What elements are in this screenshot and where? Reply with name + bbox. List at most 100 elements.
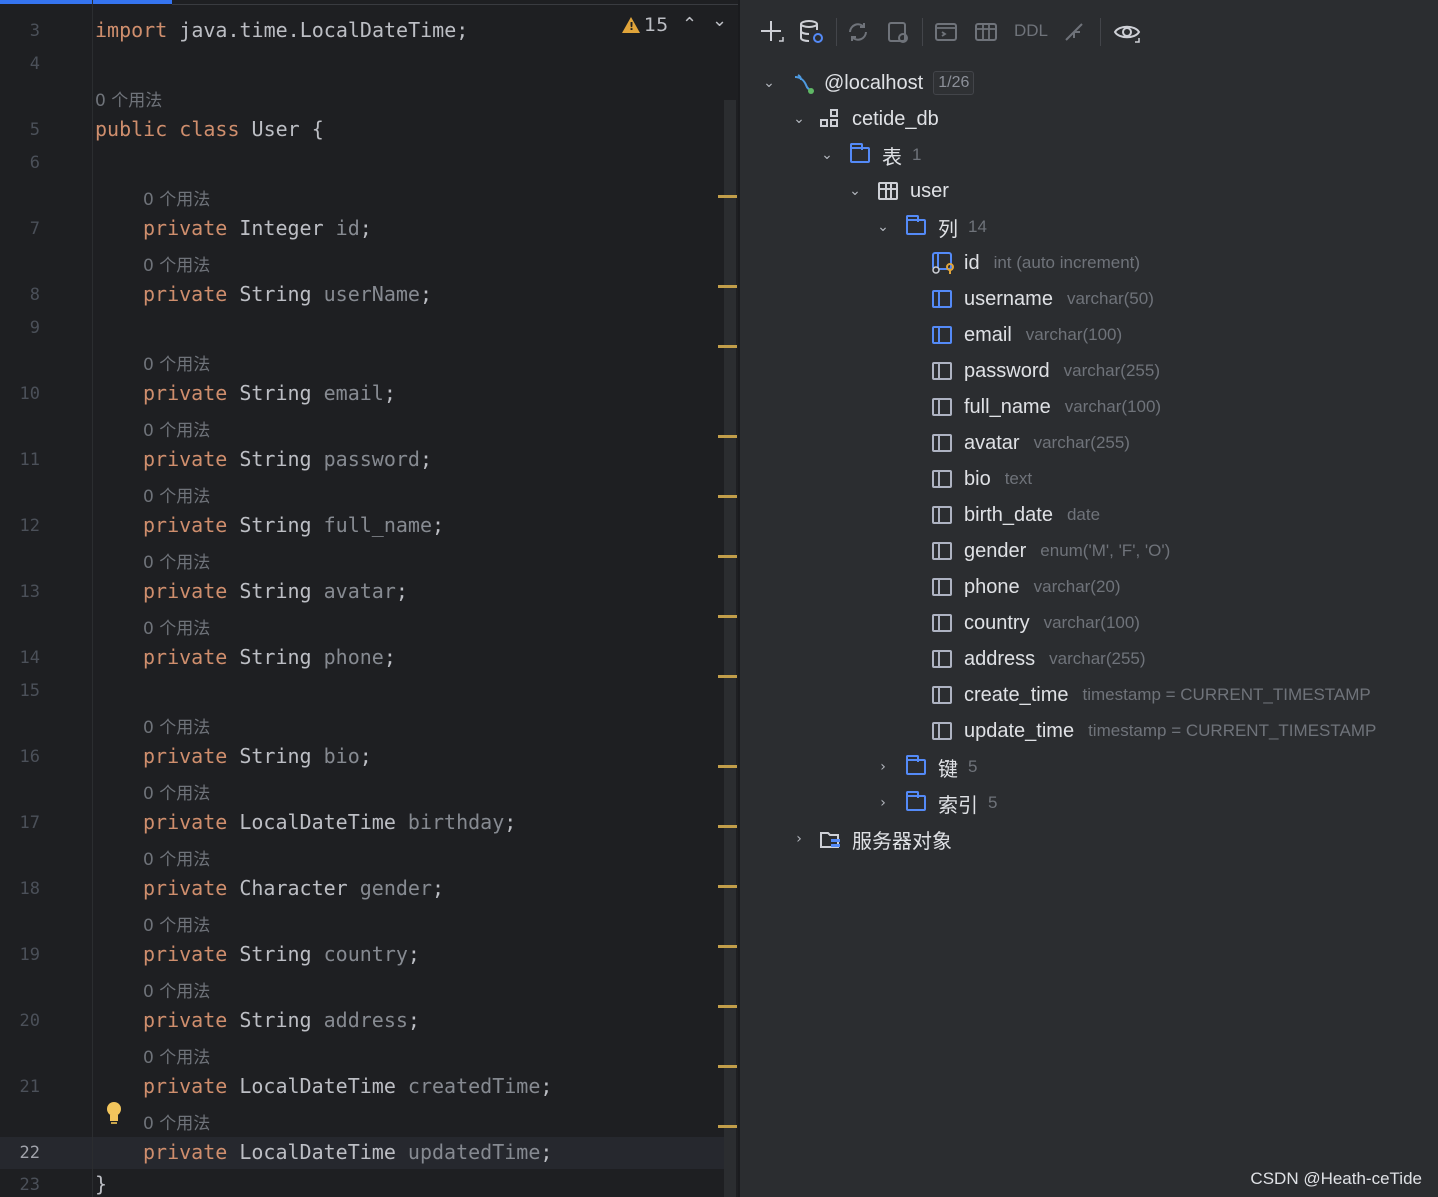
usage-hint[interactable]: 0 个用法 bbox=[143, 350, 210, 375]
chevron-down-icon[interactable]: ⌄ bbox=[792, 111, 806, 127]
warning-stripe-mark[interactable] bbox=[718, 1065, 737, 1068]
usage-hint[interactable]: 0 个用法 bbox=[143, 251, 210, 276]
line-number[interactable]: 20 bbox=[0, 1011, 40, 1031]
line-number[interactable]: 13 bbox=[0, 582, 40, 602]
chevron-down-icon[interactable]: ⌄ bbox=[820, 147, 834, 163]
line-number[interactable]: 16 bbox=[0, 747, 40, 767]
table-view-icon[interactable] bbox=[972, 18, 1000, 46]
jump-to-query-console-icon[interactable] bbox=[884, 18, 912, 46]
column-row[interactable]: gender enum('M', 'F', 'O') bbox=[932, 536, 1170, 566]
inspection-widget[interactable]: ! 15 bbox=[622, 14, 668, 36]
usage-hint[interactable]: 0 个用法 bbox=[143, 977, 210, 1002]
column-row[interactable]: bio text bbox=[932, 464, 1032, 494]
code-line[interactable]: private Character gender; bbox=[143, 876, 444, 900]
code-line[interactable]: import java.time.LocalDateTime; bbox=[95, 18, 468, 42]
line-number[interactable]: 8 bbox=[0, 285, 40, 305]
warning-stripe-mark[interactable] bbox=[718, 555, 737, 558]
code-editor[interactable]: 3 import java.time.LocalDateTime; 4 5 0 个用法 p… bbox=[0, 0, 738, 1197]
chevron-down-icon[interactable]: ⌄ bbox=[876, 219, 890, 235]
column-row[interactable]: phone varchar(20) bbox=[932, 572, 1121, 602]
line-number[interactable]: 23 bbox=[0, 1175, 40, 1195]
refresh-icon[interactable] bbox=[844, 18, 872, 46]
column-row[interactable]: update_time timestamp = CURRENT_TIMESTAMP bbox=[932, 716, 1376, 746]
previous-problem-icon[interactable]: ⌃ bbox=[682, 14, 697, 35]
chevron-right-icon[interactable]: › bbox=[792, 831, 806, 847]
column-row[interactable]: password varchar(255) bbox=[932, 356, 1160, 386]
line-number[interactable]: 22 bbox=[0, 1143, 40, 1163]
column-row[interactable]: country varchar(100) bbox=[932, 608, 1140, 638]
code-line[interactable]: private String avatar; bbox=[143, 579, 408, 603]
warning-stripe-mark[interactable] bbox=[718, 885, 737, 888]
usage-hint[interactable]: 0 个用法 bbox=[143, 1109, 210, 1134]
warning-stripe-mark[interactable] bbox=[718, 615, 737, 618]
chevron-right-icon[interactable]: › bbox=[876, 795, 890, 811]
compare-icon[interactable] bbox=[1060, 18, 1088, 46]
usage-hint[interactable]: 0 个用法 bbox=[143, 482, 210, 507]
line-number[interactable]: 19 bbox=[0, 945, 40, 965]
line-number[interactable]: 3 bbox=[0, 21, 40, 41]
datasource-properties-icon[interactable] bbox=[798, 18, 826, 46]
code-line[interactable]: private LocalDateTime createdTime; bbox=[143, 1074, 552, 1098]
warning-count[interactable]: 15 bbox=[644, 14, 668, 36]
add-icon[interactable] bbox=[758, 18, 786, 46]
warning-stripe-mark[interactable] bbox=[718, 1005, 737, 1008]
usage-hint[interactable]: 0 个用法 bbox=[143, 185, 210, 210]
line-number[interactable]: 21 bbox=[0, 1077, 40, 1097]
warning-stripe-mark[interactable] bbox=[718, 285, 737, 288]
code-line[interactable]: private String bio; bbox=[143, 744, 372, 768]
line-number[interactable]: 15 bbox=[0, 681, 40, 701]
tree-node-indexes-folder[interactable]: › 索引 5 bbox=[876, 788, 997, 818]
column-row[interactable]: birth_date date bbox=[932, 500, 1100, 530]
code-line[interactable]: private String full_name; bbox=[143, 513, 444, 537]
usage-hint[interactable]: 0 个用法 bbox=[95, 86, 162, 111]
warning-stripe-mark[interactable] bbox=[718, 1125, 737, 1128]
usage-hint[interactable]: 0 个用法 bbox=[143, 779, 210, 804]
editor-scrollbar[interactable] bbox=[724, 100, 736, 1197]
line-number[interactable]: 6 bbox=[0, 153, 40, 173]
usage-hint[interactable]: 0 个用法 bbox=[143, 845, 210, 870]
line-number[interactable]: 10 bbox=[0, 384, 40, 404]
ddl-button[interactable]: DDL bbox=[1014, 21, 1048, 41]
warning-stripe-mark[interactable] bbox=[718, 195, 737, 198]
next-problem-icon[interactable]: ⌄ bbox=[712, 10, 727, 31]
line-number[interactable]: 12 bbox=[0, 516, 40, 536]
tree-node-host[interactable]: ⌄ @localhost 1/26 bbox=[762, 68, 975, 98]
usage-hint[interactable]: 0 个用法 bbox=[143, 548, 210, 573]
line-number[interactable]: 14 bbox=[0, 648, 40, 668]
tree-node-schema[interactable]: ⌄ cetide_db bbox=[792, 104, 939, 134]
column-row[interactable]: create_time timestamp = CURRENT_TIMESTAMP bbox=[932, 680, 1371, 710]
column-row[interactable]: id int (auto increment) bbox=[932, 248, 1140, 278]
tree-node-keys-folder[interactable]: › 键 5 bbox=[876, 752, 977, 782]
usage-hint[interactable]: 0 个用法 bbox=[143, 614, 210, 639]
view-options-icon[interactable] bbox=[1112, 18, 1142, 46]
line-number[interactable]: 4 bbox=[0, 54, 40, 74]
column-row[interactable]: email varchar(100) bbox=[932, 320, 1122, 350]
code-line[interactable]: private LocalDateTime birthday; bbox=[143, 810, 516, 834]
code-line[interactable]: private String country; bbox=[143, 942, 420, 966]
code-line[interactable]: private String password; bbox=[143, 447, 432, 471]
line-number[interactable]: 18 bbox=[0, 879, 40, 899]
line-number[interactable]: 17 bbox=[0, 813, 40, 833]
warning-stripe-mark[interactable] bbox=[718, 495, 737, 498]
column-row[interactable]: full_name varchar(100) bbox=[932, 392, 1161, 422]
column-row[interactable]: username varchar(50) bbox=[932, 284, 1154, 314]
line-number[interactable]: 11 bbox=[0, 450, 40, 470]
code-line[interactable]: } bbox=[95, 1172, 107, 1196]
code-line[interactable]: private String userName; bbox=[143, 282, 432, 306]
column-row[interactable]: avatar varchar(255) bbox=[932, 428, 1130, 458]
tree-node-table-user[interactable]: ⌄ user bbox=[848, 176, 949, 206]
usage-hint[interactable]: 0 个用法 bbox=[143, 1043, 210, 1068]
line-number[interactable]: 9 bbox=[0, 318, 40, 338]
query-console-icon[interactable] bbox=[932, 18, 960, 46]
code-line[interactable]: private String email; bbox=[143, 381, 396, 405]
chevron-down-icon[interactable]: ⌄ bbox=[848, 183, 862, 199]
lightbulb-icon[interactable] bbox=[106, 1101, 122, 1127]
usage-hint[interactable]: 0 个用法 bbox=[143, 911, 210, 936]
usage-hint[interactable]: 0 个用法 bbox=[143, 713, 210, 738]
code-line[interactable]: private LocalDateTime updatedTime; bbox=[143, 1140, 552, 1164]
warning-stripe-mark[interactable] bbox=[718, 435, 737, 438]
tree-node-server-objects[interactable]: › 服务器对象 bbox=[792, 824, 952, 854]
warning-stripe-mark[interactable] bbox=[718, 765, 737, 768]
tree-node-columns-folder[interactable]: ⌄ 列 14 bbox=[876, 212, 987, 242]
warning-stripe-mark[interactable] bbox=[718, 945, 737, 948]
